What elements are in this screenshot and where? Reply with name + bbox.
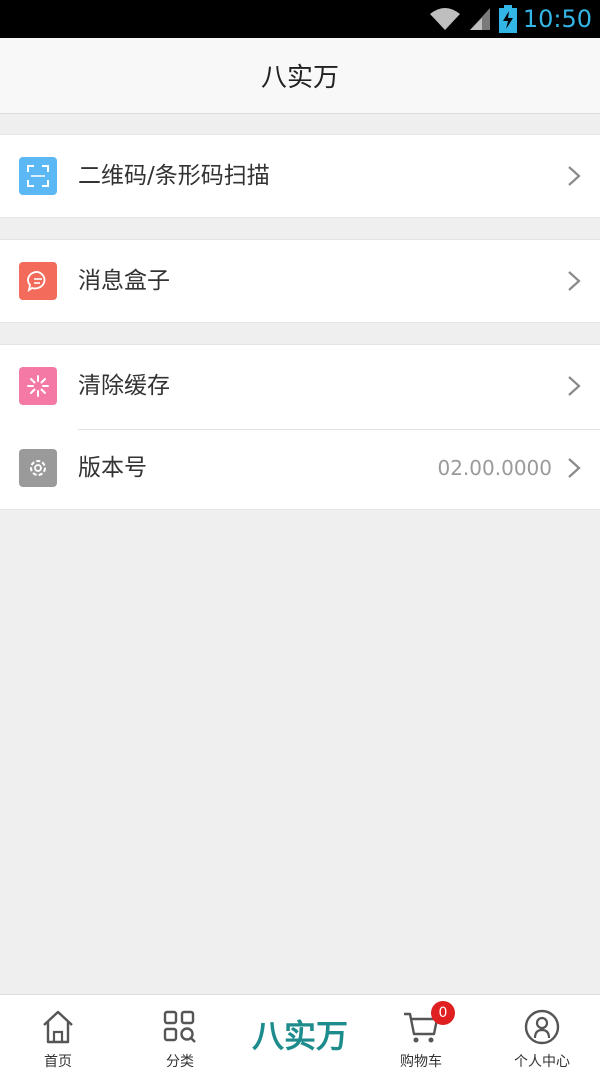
menu-item-label: 清除缓存 (78, 373, 170, 399)
chevron-right-icon (568, 271, 581, 291)
nav-item-profile[interactable]: 个人中心 (487, 995, 597, 1076)
bottom-nav: 首页 分类 八实万 0 购物车 个人中心 (0, 994, 600, 1076)
battery-charging-icon (499, 5, 517, 33)
chevron-right-icon (568, 376, 581, 396)
status-bar: 10:50 (0, 0, 600, 38)
message-icon (19, 262, 57, 300)
status-icons (428, 4, 518, 34)
nav-label: 首页 (44, 1054, 72, 1070)
menu-group-scan: 二维码/条形码扫描 (0, 134, 600, 218)
user-icon (524, 1009, 560, 1045)
menu-group-settings: 清除缓存 版本号 02.00.0000 (0, 344, 600, 510)
settings-gear-icon (19, 449, 57, 487)
menu-item-scan[interactable]: 二维码/条形码扫描 (0, 135, 600, 217)
menu-item-label: 消息盒子 (78, 268, 170, 294)
chevron-right-icon (568, 458, 581, 478)
nav-item-category[interactable]: 分类 (125, 995, 235, 1076)
version-value: 02.00.0000 (437, 456, 552, 480)
menu-item-label: 版本号 (78, 455, 147, 481)
cart-icon-wrap: 0 (401, 1001, 455, 1047)
menu-item-clear-cache[interactable]: 清除缓存 (0, 345, 600, 427)
clear-cache-icon (19, 367, 57, 405)
signal-icon (470, 8, 490, 30)
category-search-icon (163, 1010, 196, 1043)
chevron-right-icon (568, 166, 581, 186)
menu-item-message-box[interactable]: 消息盒子 (0, 240, 600, 322)
nav-label: 分类 (166, 1054, 194, 1070)
menu-item-version[interactable]: 版本号 02.00.0000 (0, 427, 600, 509)
nav-label: 购物车 (400, 1054, 442, 1070)
menu-item-label: 二维码/条形码扫描 (78, 163, 270, 189)
menu-group-messages: 消息盒子 (0, 239, 600, 323)
nav-item-home[interactable]: 首页 (3, 995, 113, 1076)
app-header: 八实万 (0, 38, 600, 114)
page-title: 八实万 (260, 63, 339, 93)
cart-badge: 0 (431, 1001, 455, 1025)
nav-label: 个人中心 (514, 1054, 570, 1070)
nav-brand-logo[interactable]: 八实万 (240, 995, 360, 1076)
scan-icon (19, 157, 57, 195)
status-time: 10:50 (522, 5, 592, 33)
wifi-icon (430, 8, 460, 30)
nav-item-cart[interactable]: 0 购物车 (366, 995, 476, 1076)
home-icon (43, 1010, 73, 1044)
